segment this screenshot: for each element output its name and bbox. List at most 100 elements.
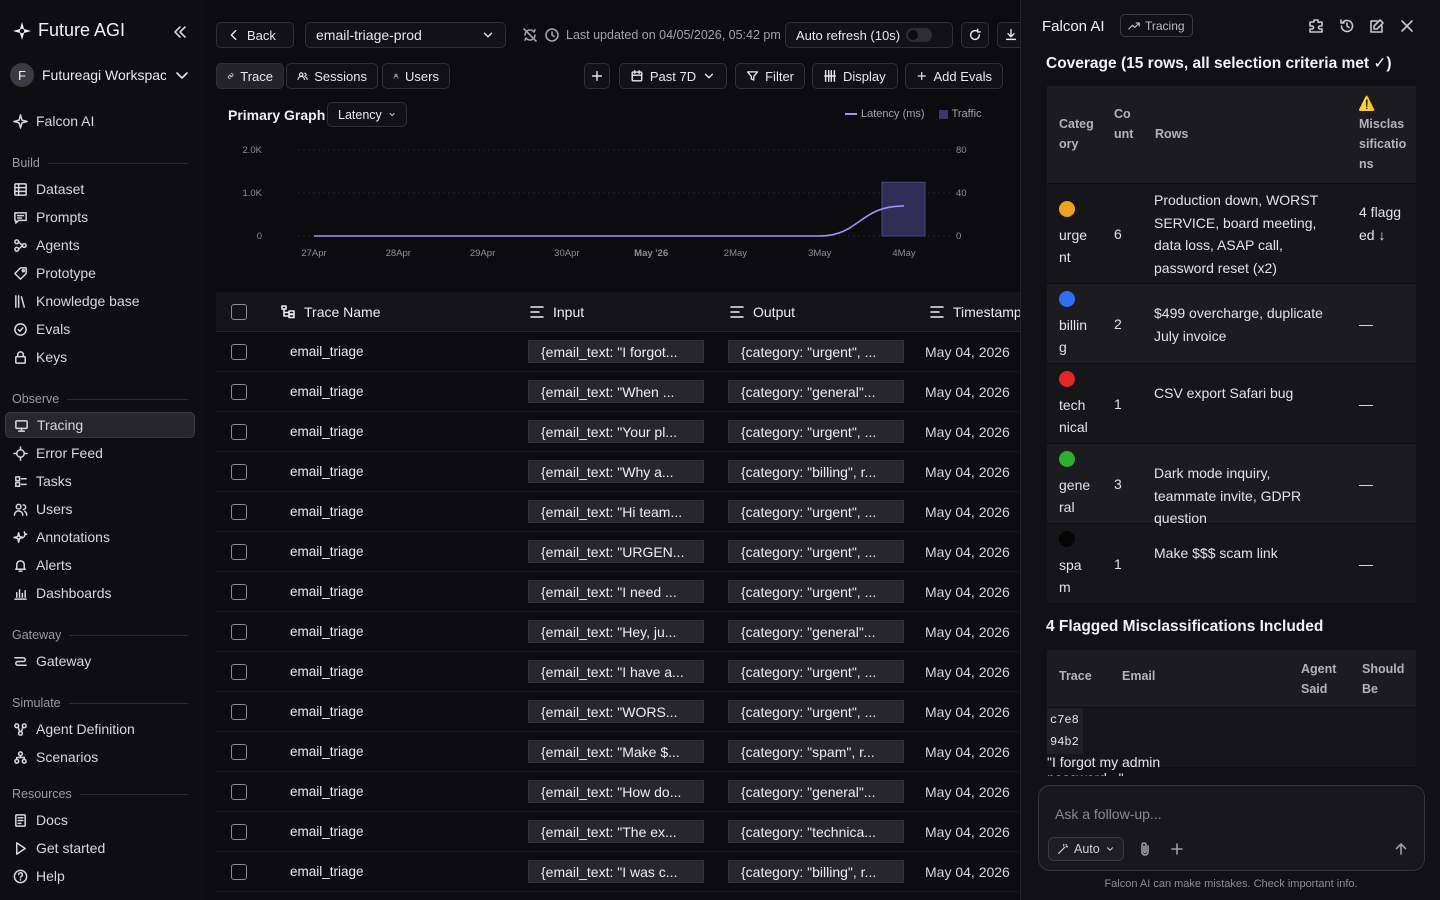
sidebar-item-users[interactable]: Users [5,496,195,522]
row-checkbox[interactable] [231,663,247,680]
output-cell[interactable]: {category: "urgent", ... [728,700,904,723]
date-range-select[interactable]: Past 7D [619,63,727,89]
col-timestamp[interactable]: Timestamp [929,304,1020,320]
sidebar-item-prompts[interactable]: Prompts [5,204,195,230]
sidebar-item-annotations[interactable]: Annotations [5,524,195,550]
table-row[interactable]: email_triage {email_text: "Hi team... {cat… [216,492,1020,532]
table-row[interactable]: email_triage {email_text: "I need ... {cat… [216,572,1020,612]
output-cell[interactable]: {category: "urgent", ... [728,500,904,523]
table-row[interactable]: email_triage {email_text: "The ex... {cate… [216,812,1020,852]
filter-button[interactable]: Filter [735,63,805,89]
table-row[interactable]: email_triage {email_text: "When ... {categ… [216,372,1020,412]
sidebar-item-keys[interactable]: Keys [5,344,195,370]
input-cell[interactable]: {email_text: "When ... [528,380,704,403]
sidebar-item-agents[interactable]: Agents [5,232,195,258]
sidebar-item-dashboards[interactable]: Dashboards [5,580,195,606]
row-checkbox[interactable] [231,423,247,440]
output-cell[interactable]: {category: "urgent", ... [728,340,904,363]
output-cell[interactable]: {category: "billing", r... [728,460,904,483]
sidebar-item-alerts[interactable]: Alerts [5,552,195,578]
row-checkbox[interactable] [231,863,247,880]
input-cell[interactable]: {email_text: "Hey, ju... [528,620,704,643]
tab-trace[interactable]: Trace [216,63,284,89]
output-cell[interactable]: {category: "urgent", ... [728,660,904,683]
col-trace-name[interactable]: Trace Name [280,304,381,320]
output-cell[interactable]: {category: "general"... [728,620,904,643]
table-row[interactable]: email_triage {email_text: "Why a... {categ… [216,452,1020,492]
display-button[interactable]: Display [812,63,898,89]
history-icon[interactable] [1339,18,1355,34]
sidebar-item-evals[interactable]: Evals [5,316,195,342]
sidebar-item-gateway[interactable]: Gateway [5,648,195,674]
sidebar-item-tracing[interactable]: Tracing [5,412,195,438]
row-checkbox[interactable] [231,703,247,720]
output-cell[interactable]: {category: "general"... [728,380,904,403]
attach-icon[interactable] [1137,841,1153,857]
row-checkbox[interactable] [231,543,247,560]
input-cell[interactable]: {email_text: "I was c... [528,860,704,883]
table-row[interactable]: email_triage {email_text: "Make $... {cate… [216,732,1020,772]
input-cell[interactable]: {email_text: "URGEN... [528,540,704,563]
add-evals-button[interactable]: Add Evals [905,63,1003,89]
sidebar-item-prototype[interactable]: Prototype [5,260,195,286]
table-row[interactable]: email_triage {email_text: "Your pl... {cat… [216,412,1020,452]
workspace-switcher[interactable]: F Futureagi Workspace [10,61,190,89]
input-cell[interactable]: {email_text: "The ex... [528,820,704,843]
input-cell[interactable]: {email_text: "WORS... [528,700,704,723]
sidebar-item-agent-definition[interactable]: Agent Definition [5,716,195,742]
output-cell[interactable]: {category: "spam", r... [728,740,904,763]
toggle-switch[interactable] [906,28,933,42]
input-cell[interactable]: {email_text: "How do... [528,780,704,803]
back-button[interactable]: Back [216,22,294,48]
output-cell[interactable]: {category: "urgent", ... [728,580,904,603]
row-checkbox[interactable] [231,783,247,800]
input-cell[interactable]: {email_text: "Hi team... [528,500,704,523]
select-all-checkbox[interactable] [231,303,247,320]
input-cell[interactable]: {email_text: "I have a... [528,660,704,683]
download-button[interactable] [997,22,1020,48]
sidebar-item-tasks[interactable]: Tasks [5,468,195,494]
close-icon[interactable] [1399,18,1415,34]
metric-select[interactable]: Latency [327,102,407,127]
sidebar-item-error-feed[interactable]: Error Feed [5,440,195,466]
input-cell[interactable]: {email_text: "Your pl... [528,420,704,443]
composer[interactable]: Ask a follow-up... Auto [1038,785,1425,871]
output-cell[interactable]: {category: "urgent", ... [728,420,904,443]
sidebar-item-scenarios[interactable]: Scenarios [5,744,195,770]
flagged-row[interactable]: c7e8 94b2"I forgot my admin password..."… [1047,708,1416,776]
row-checkbox[interactable] [231,823,247,840]
sidebar-item-falcon-ai[interactable]: Falcon AI [5,108,195,134]
table-row[interactable]: email_triage {email_text: "URGEN... {categ… [216,532,1020,572]
send-icon[interactable] [1393,841,1409,857]
sidebar-item-help[interactable]: Help [5,863,195,889]
brand[interactable]: Future AGI [12,20,125,41]
sidebar-item-get-started[interactable]: Get started [5,835,195,861]
input-cell[interactable]: {email_text: "I need ... [528,580,704,603]
col-output[interactable]: Output [729,304,795,320]
refresh-button[interactable] [961,22,989,48]
row-checkbox[interactable] [231,383,247,400]
plus-icon[interactable] [1169,841,1185,857]
misclassification-cell[interactable]: 4 flagged ↓ [1359,201,1403,246]
sidebar-item-docs[interactable]: Docs [5,807,195,833]
sidebar-item-dataset[interactable]: Dataset [5,176,195,202]
input-cell[interactable]: {email_text: "Make $... [528,740,704,763]
row-checkbox[interactable] [231,623,247,640]
input-cell[interactable]: {email_text: "I forgot... [528,340,704,363]
row-checkbox[interactable] [231,583,247,600]
output-cell[interactable]: {category: "technica... [728,820,904,843]
mode-select[interactable]: Auto [1048,837,1124,861]
row-checkbox[interactable] [231,743,247,760]
output-cell[interactable]: {category: "urgent", ... [728,540,904,563]
table-row[interactable]: email_triage {email_text: "I was c... {cat… [216,852,1020,892]
tab-users[interactable]: Users [382,63,450,89]
follow-up-input[interactable]: Ask a follow-up... [1055,806,1162,822]
plugin-icon[interactable] [1308,18,1324,34]
row-checkbox[interactable] [231,343,247,360]
table-row[interactable]: email_triage {email_text: "WORS... {catego… [216,692,1020,732]
table-row[interactable]: email_triage {email_text: "How do... {cate… [216,772,1020,812]
col-input[interactable]: Input [529,304,584,320]
table-row[interactable]: email_triage {email_text: "I have a... {ca… [216,652,1020,692]
output-cell[interactable]: {category: "billing", r... [728,860,904,883]
input-cell[interactable]: {email_text: "Why a... [528,460,704,483]
